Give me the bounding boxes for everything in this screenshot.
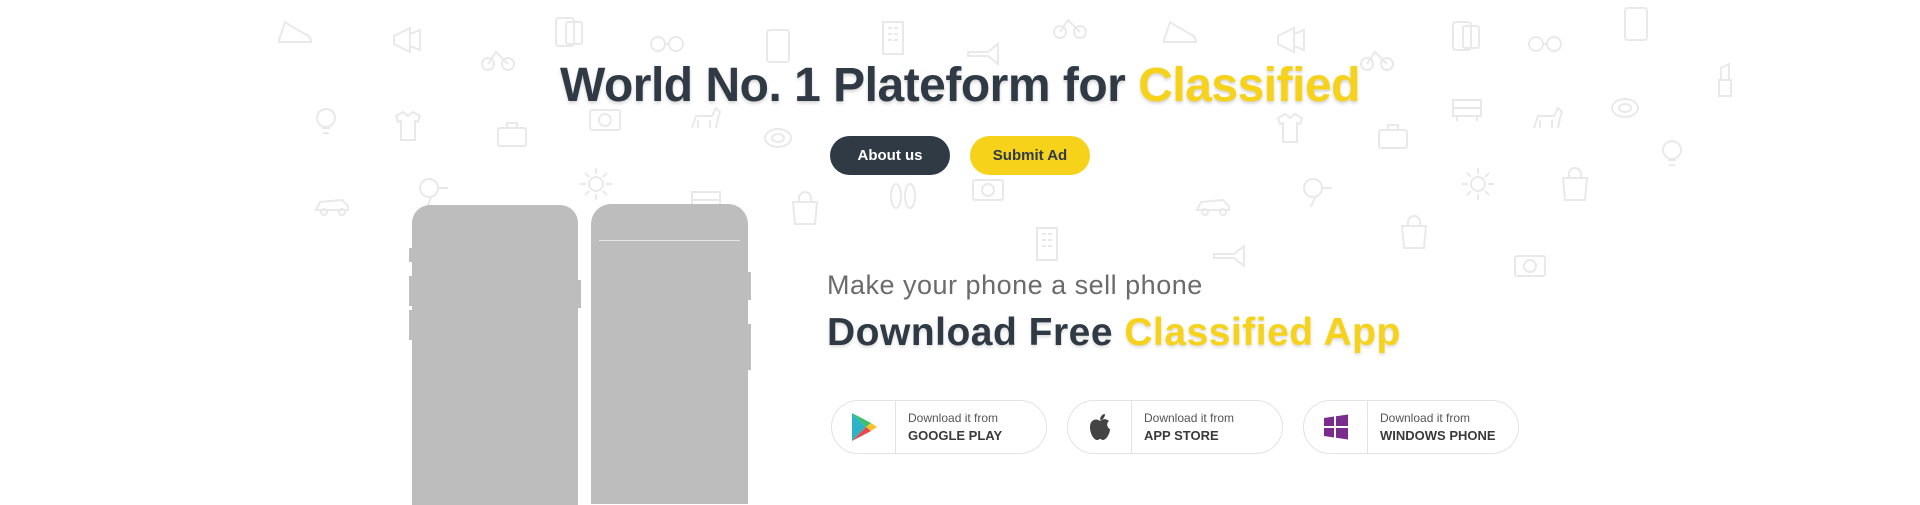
store-name: WINDOWS PHONE: [1380, 428, 1496, 443]
car-icon: [1195, 198, 1230, 216]
windows-phone-button[interactable]: Download it from WINDOWS PHONE: [1303, 400, 1519, 454]
phone-mockup-right: [591, 204, 748, 504]
phone-icon: [1624, 7, 1648, 41]
glasses-icon: [1528, 36, 1562, 52]
car-icon: [314, 198, 349, 216]
megaphone-icon: [393, 26, 421, 54]
store-name: APP STORE: [1144, 428, 1219, 443]
camera-icon: [1514, 255, 1546, 277]
glasses-icon: [650, 36, 684, 52]
hairdryer-icon: [1303, 178, 1332, 208]
store-caption: Download it from: [908, 411, 999, 425]
google-play-button[interactable]: Download it from GOOGLE PLAY: [831, 400, 1047, 454]
phone-icon: [1452, 21, 1480, 51]
phone-side-button: [409, 248, 413, 262]
apple-icon: [1068, 400, 1132, 454]
slippers-icon: [890, 183, 916, 209]
bag-icon: [1400, 215, 1428, 249]
phone-side-button: [577, 280, 581, 308]
store-text: Download it from WINDOWS PHONE: [1368, 410, 1496, 444]
building-icon: [1036, 227, 1058, 261]
building-icon: [882, 21, 904, 55]
bike-icon: [1053, 18, 1087, 39]
store-caption: Download it from: [1380, 411, 1471, 425]
app-title-accent: Classified App: [1124, 311, 1401, 354]
hero-buttons: About us Submit Ad: [0, 136, 1920, 175]
store-text: Download it from APP STORE: [1132, 410, 1234, 444]
app-store-button[interactable]: Download it from APP STORE: [1067, 400, 1283, 454]
shoe-icon: [278, 20, 313, 43]
phone-side-button: [409, 276, 413, 306]
phone-side-button: [747, 272, 751, 300]
store-buttons: Download it from GOOGLE PLAY Download it…: [831, 400, 1519, 454]
about-us-button[interactable]: About us: [830, 136, 950, 175]
phone-side-button: [747, 324, 751, 370]
app-title-main: Download Free: [827, 311, 1125, 354]
phone-side-button: [409, 310, 413, 340]
phone-icon: [555, 17, 583, 47]
shoe-icon: [1163, 20, 1198, 43]
trumpet-icon: [1213, 243, 1245, 269]
bag-icon: [791, 191, 819, 225]
phone-mockup-left: [412, 205, 578, 505]
app-title: Download Free Classified App: [827, 311, 1401, 355]
store-name: GOOGLE PLAY: [908, 428, 1003, 443]
submit-ad-button[interactable]: Submit Ad: [970, 136, 1090, 175]
store-caption: Download it from: [1144, 411, 1235, 425]
megaphone-icon: [1277, 26, 1305, 54]
hero-title-accent: Classified: [1138, 59, 1360, 112]
google-play-icon: [832, 400, 896, 454]
store-text: Download it from GOOGLE PLAY: [896, 410, 1002, 444]
windows-icon: [1304, 400, 1368, 454]
app-subtitle: Make your phone a sell phone: [827, 270, 1203, 300]
hero-title: World No. 1 Plateform for Classified: [0, 58, 1920, 113]
phone-screen-edge: [599, 240, 740, 241]
hero-title-main: World No. 1 Plateform for: [560, 59, 1139, 112]
